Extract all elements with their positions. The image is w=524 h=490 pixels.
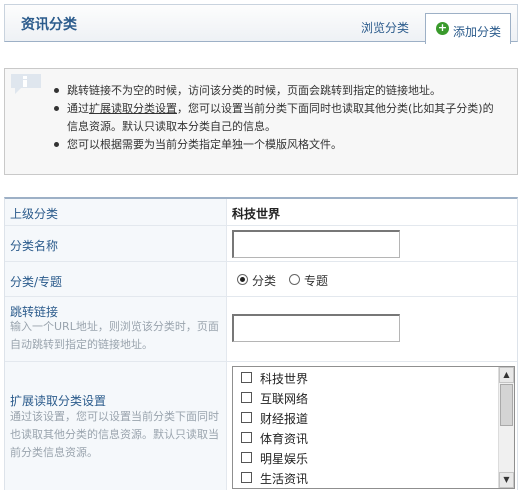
radio-category[interactable]: [237, 274, 248, 285]
row-category-name: 分类名称: [5, 226, 517, 262]
row-parent-category: 上级分类 科技世界: [5, 199, 517, 226]
radio-topic-label: 专题: [304, 274, 329, 288]
checkbox[interactable]: [241, 472, 252, 483]
tip-item: 您可以根据需要为当前分类指定单独一个模版风格文件。: [53, 136, 503, 154]
parent-category-label: 上级分类: [10, 207, 59, 221]
row-category-type: 分类/专题 分类 专题: [5, 262, 517, 297]
list-item[interactable]: 科技世界: [238, 368, 488, 388]
list-item[interactable]: 明星娱乐: [238, 448, 488, 468]
tip-item: 跳转链接不为空的时候，访问该分类的时候，页面会跳转到指定的链接地址。: [53, 82, 503, 100]
scroll-up-arrow-icon[interactable]: ▲: [499, 367, 514, 383]
radio-category-label: 分类: [252, 274, 277, 288]
list-item[interactable]: 互联网络: [238, 388, 488, 408]
list-item[interactable]: 体育资讯: [238, 428, 488, 448]
category-type-label: 分类/专题: [10, 275, 63, 289]
page-header: 资讯分类 浏览分类 + 添加分类: [4, 4, 518, 44]
parent-category-value: 科技世界: [232, 207, 281, 221]
listbox-scrollbar[interactable]: ▲ ▼: [498, 367, 514, 488]
category-name-input[interactable]: [232, 230, 400, 258]
extend-setting-hint: 通过该设置，您可以设置当前分类下面同时也读取其他分类的信息资源。默认只读取当前分…: [10, 410, 219, 459]
list-item[interactable]: 财经报道: [238, 408, 488, 428]
extend-setting-link[interactable]: 扩展读取分类设置: [89, 102, 177, 115]
tips-box: 跳转链接不为空的时候，访问该分类的时候，页面会跳转到指定的链接地址。 通过扩展读…: [4, 68, 518, 175]
tips-list: 跳转链接不为空的时候，访问该分类的时候，页面会跳转到指定的链接地址。 通过扩展读…: [53, 82, 503, 154]
info-icon: [11, 74, 41, 94]
category-name-label: 分类名称: [10, 239, 59, 253]
scroll-thumb[interactable]: [500, 384, 513, 426]
plus-circle-icon: +: [436, 21, 449, 35]
list-item[interactable]: 生活资讯: [238, 468, 488, 488]
category-form: 上级分类 科技世界 分类名称 分类/专题 分类 专题 跳转链接 输入一个URL地…: [4, 197, 518, 490]
extend-setting-label: 扩展读取分类设置: [10, 394, 107, 408]
row-redirect-link: 跳转链接 输入一个URL地址，则浏览该分类时，页面自动跳转到指定的链接地址。: [5, 297, 517, 362]
tip-item: 通过扩展读取分类设置，您可以设置当前分类下面同时也读取其他分类(比如其子分类)的…: [53, 100, 503, 136]
checkbox[interactable]: [241, 392, 252, 403]
tab-browse-category[interactable]: 浏览分类: [361, 19, 409, 36]
checkbox[interactable]: [241, 452, 252, 463]
page-title: 资讯分类: [21, 17, 77, 33]
checkbox[interactable]: [241, 432, 252, 443]
tab-add-category[interactable]: + 添加分类: [425, 13, 511, 44]
checkbox[interactable]: [241, 412, 252, 423]
scroll-down-arrow-icon[interactable]: ▼: [499, 472, 514, 488]
radio-topic[interactable]: [289, 274, 300, 285]
redirect-link-hint: 输入一个URL地址，则浏览该分类时，页面自动跳转到指定的链接地址。: [10, 320, 219, 351]
tab-add-category-label: 添加分类: [453, 25, 502, 39]
checkbox[interactable]: [241, 372, 252, 383]
redirect-link-input[interactable]: [232, 314, 400, 342]
extend-category-listbox[interactable]: 科技世界 互联网络 财经报道 体育资讯 明星娱乐 生活资讯 ▲ ▼: [232, 366, 515, 489]
